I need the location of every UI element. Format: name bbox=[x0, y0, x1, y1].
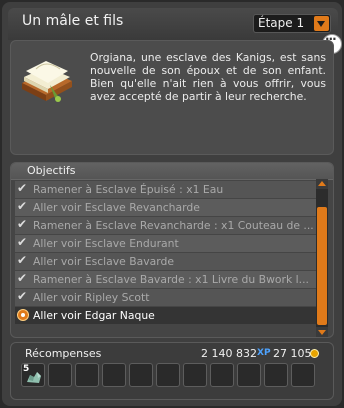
step-select[interactable]: Étape 1 bbox=[253, 14, 331, 33]
check-icon: ✔ bbox=[17, 199, 28, 213]
reward-item-slot-empty bbox=[210, 363, 234, 387]
kamas-icon bbox=[310, 349, 319, 358]
current-objective-icon[interactable] bbox=[17, 309, 29, 321]
objective-row-current[interactable]: Aller voir Edgar Naque bbox=[15, 307, 317, 324]
check-icon: ✔ bbox=[17, 289, 28, 303]
objective-label: Aller voir Edgar Naque bbox=[33, 309, 155, 322]
scroll-down-arrow-icon[interactable] bbox=[316, 327, 328, 337]
reward-item-slot-empty bbox=[75, 363, 99, 387]
description-panel: Orgiana, une esclave des Kanigs, est san… bbox=[10, 40, 334, 155]
objective-label: Ramener à Esclave Bavarde : x1 Livre du … bbox=[33, 273, 309, 286]
reward-item-slot-empty bbox=[183, 363, 207, 387]
check-icon: ✔ bbox=[17, 217, 28, 231]
objective-label: Aller voir Esclave Revancharde bbox=[33, 201, 200, 214]
objective-label: Ramener à Esclave Revancharde : x1 Coute… bbox=[33, 219, 314, 232]
step-select-value: Étape 1 bbox=[258, 16, 305, 30]
objective-row[interactable]: ✔ Ramener à Esclave Revancharde : x1 Cou… bbox=[15, 217, 317, 234]
objective-label: Aller voir Esclave Bavarde bbox=[33, 255, 175, 268]
objective-row[interactable]: ✔ Aller voir Esclave Endurant bbox=[15, 235, 317, 252]
reward-item-slot-empty bbox=[48, 363, 72, 387]
scroll-up-arrow-icon[interactable] bbox=[316, 179, 328, 189]
objective-row[interactable]: ✔ Ramener à Esclave Bavarde : x1 Livre d… bbox=[15, 271, 317, 288]
reward-item-slot-empty bbox=[156, 363, 180, 387]
quest-title: Un mâle et fils bbox=[22, 13, 124, 29]
reward-item-slot-empty bbox=[102, 363, 126, 387]
check-icon: ✔ bbox=[17, 271, 28, 285]
objectives-title: Objectifs bbox=[27, 164, 76, 177]
chevron-down-icon[interactable] bbox=[314, 16, 329, 31]
reward-item-slot-empty bbox=[291, 363, 315, 387]
check-icon: ✔ bbox=[17, 253, 28, 267]
reward-item-slot-empty bbox=[264, 363, 288, 387]
item-quantity: 5 bbox=[23, 364, 30, 374]
rewards-title: Récompenses bbox=[25, 347, 102, 360]
quest-book-icon bbox=[22, 61, 72, 102]
reward-item-slot-empty bbox=[237, 363, 261, 387]
objective-label: Ramener à Esclave Épuisé : x1 Eau bbox=[33, 183, 224, 196]
quest-description: Orgiana, une esclave des Kanigs, est san… bbox=[90, 51, 326, 103]
objectives-list: ✔ Ramener à Esclave Épuisé : x1 Eau ✔ Al… bbox=[15, 181, 317, 325]
objectives-header: Objectifs bbox=[11, 163, 333, 180]
xp-icon: XP bbox=[257, 348, 271, 358]
rewards-panel: Récompenses 2 140 832 XP 27 105 5 bbox=[10, 342, 334, 400]
objective-row[interactable]: ✔ Ramener à Esclave Épuisé : x1 Eau bbox=[15, 181, 317, 198]
objective-row[interactable]: ✔ Aller voir Ripley Scott bbox=[15, 289, 317, 306]
kamas-reward: 27 105 bbox=[273, 347, 312, 360]
objective-label: Aller voir Esclave Endurant bbox=[33, 237, 179, 250]
objective-row[interactable]: ✔ Aller voir Esclave Revancharde bbox=[15, 199, 317, 216]
objectives-scrollbar[interactable] bbox=[316, 179, 328, 337]
check-icon: ✔ bbox=[17, 181, 28, 195]
reward-item-slot-empty bbox=[129, 363, 153, 387]
scrollbar-thumb[interactable] bbox=[317, 207, 327, 325]
objective-label: Aller voir Ripley Scott bbox=[33, 291, 150, 304]
objective-row[interactable]: ✔ Aller voir Esclave Bavarde bbox=[15, 253, 317, 270]
check-icon: ✔ bbox=[17, 235, 28, 249]
xp-reward: 2 140 832 bbox=[201, 347, 257, 360]
objectives-panel: Objectifs ✔ Ramener à Esclave Épuisé : x… bbox=[10, 162, 334, 338]
reward-item-slot[interactable]: 5 bbox=[21, 363, 45, 387]
